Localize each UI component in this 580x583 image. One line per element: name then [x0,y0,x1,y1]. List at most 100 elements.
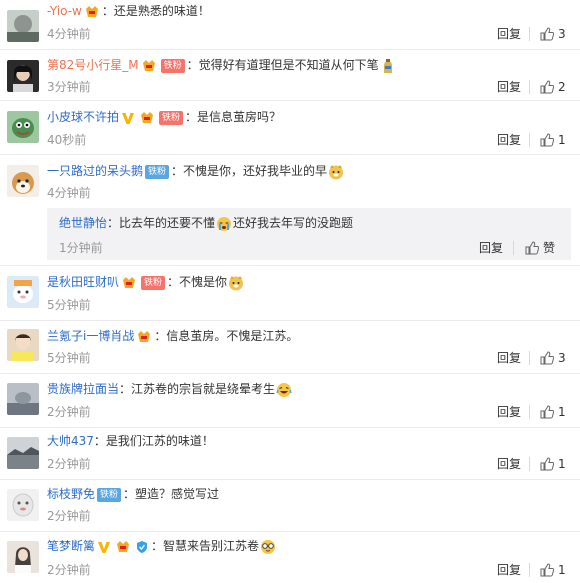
doge-emoji-icon [228,275,244,291]
divider [513,241,514,255]
like-button[interactable]: 2 [540,80,566,94]
like-label: 赞 [543,241,556,255]
username[interactable]: 笔梦断篱 [47,539,95,553]
timestamp: 40秒前 [47,133,87,147]
like-button[interactable]: 1 [540,457,566,471]
reply-button[interactable]: 回复 [497,80,521,94]
like-button[interactable]: 1 [540,405,566,419]
vip-badge-icon[interactable] [136,330,152,344]
timestamp: 4分钟前 [47,186,91,200]
reply-button[interactable]: 回复 [497,27,521,41]
reply-button[interactable]: 回复 [497,405,521,419]
reply-button[interactable]: 回复 [497,133,521,147]
username[interactable]: 标枝野免 [47,487,95,501]
avatar[interactable] [7,437,39,469]
like-button[interactable]: 1 [540,563,566,577]
timestamp: 3分钟前 [47,80,91,94]
timestamp: 2分钟前 [47,457,91,471]
vip-badge-icon[interactable] [141,59,157,73]
avatar[interactable] [7,111,39,143]
like-count: 3 [558,27,566,41]
like-button[interactable]: 赞 [525,241,555,255]
vip-badge-icon[interactable] [121,276,137,290]
like-button[interactable]: 3 [540,351,566,365]
like-count: 1 [558,457,566,471]
timestamp: 2分钟前 [47,563,91,577]
comment-text-2: 还好我去年写的没跑题 [233,216,354,230]
avatar[interactable] [7,329,39,361]
doge-emoji-icon [328,164,344,180]
username[interactable]: 绝世静怡 [59,216,107,230]
username[interactable]: 一只路过的呆头鹅 [47,164,143,178]
divider [529,133,530,147]
timestamp: 5分钟前 [47,298,91,312]
thumbs-up-icon [540,457,554,471]
divider [529,563,530,577]
reply-button[interactable]: 回复 [497,457,521,471]
username[interactable]: 大帅437 [47,434,94,448]
username[interactable]: -Yio-w [47,4,82,18]
thumbs-up-icon [540,80,554,94]
timestamp: 5分钟前 [47,351,91,365]
timestamp: 1分钟前 [59,241,103,255]
comment-text: ：智慧来告别江苏卷 [151,539,260,553]
glasses-emoji-icon [260,539,276,555]
comment-text: ：比去年的还要不懂 [107,216,216,230]
vip-badge-icon[interactable] [115,540,131,554]
divider [529,457,530,471]
thumbs-up-icon [540,133,554,147]
shield-badge-icon[interactable] [135,540,149,554]
verified-v-icon[interactable] [97,540,111,554]
username[interactable]: 贵族牌拉面当 [47,382,119,396]
comment-text: ：是我们江苏的味道！ [93,434,214,448]
fan-badge[interactable]: 铁粉 [145,164,170,179]
divider [529,405,530,419]
timestamp: 2分钟前 [47,509,91,523]
divider [529,351,530,365]
thumbs-up-icon [540,405,554,419]
fan-badge[interactable]: 铁粉 [97,487,122,502]
comment-text: ：不愧是你，还好我毕业的早 [171,164,328,178]
avatar[interactable] [7,10,39,42]
username[interactable]: 是秋田旺财叭 [47,275,119,289]
thumbs-up-icon [540,27,554,41]
fan-badge[interactable]: 铁粉 [141,275,166,290]
verified-v-icon[interactable] [121,111,135,125]
username[interactable]: 小皮球不许拍 [47,110,119,124]
comment-text: ：信息茧房。不愧是江苏。 [154,329,299,343]
like-count: 1 [558,405,566,419]
thumbs-up-icon [540,351,554,365]
fan-badge[interactable]: 铁粉 [159,110,184,125]
divider [529,80,530,94]
thumbs-up-icon [540,563,554,577]
comment-text: ：不愧是你 [167,275,228,289]
like-button[interactable]: 1 [540,133,566,147]
avatar[interactable] [7,60,39,92]
username[interactable]: 第82号小行星_M [47,58,139,72]
like-count: 1 [558,133,566,147]
avatar[interactable] [7,383,39,415]
vip-badge-icon[interactable] [84,5,100,19]
bottle-emoji-icon [380,58,396,74]
reply-button[interactable]: 回复 [497,563,521,577]
username[interactable]: 兰氪子i一博肖战 [47,329,134,343]
divider [529,27,530,41]
like-count: 1 [558,563,566,577]
comment-text: ：塑造？感觉写过 [123,487,220,501]
avatar[interactable] [7,276,39,308]
comment-text: ：江苏卷的宗旨就是绕晕考生 [119,382,276,396]
timestamp: 4分钟前 [47,27,91,41]
like-button[interactable]: 3 [540,27,566,41]
laughing-emoji-icon [276,382,292,398]
reply-button[interactable]: 回复 [479,241,503,255]
avatar[interactable] [7,541,39,573]
thumbs-up-icon [525,241,539,255]
reply-button[interactable]: 回复 [497,351,521,365]
like-count: 2 [558,80,566,94]
vip-badge-icon[interactable] [139,111,155,125]
comment-text: ：觉得好有道理但是不知道从何下笔 [186,58,379,72]
avatar[interactable] [7,489,39,521]
avatar[interactable] [7,165,39,197]
fan-badge[interactable]: 铁粉 [160,58,185,73]
like-count: 3 [558,351,566,365]
